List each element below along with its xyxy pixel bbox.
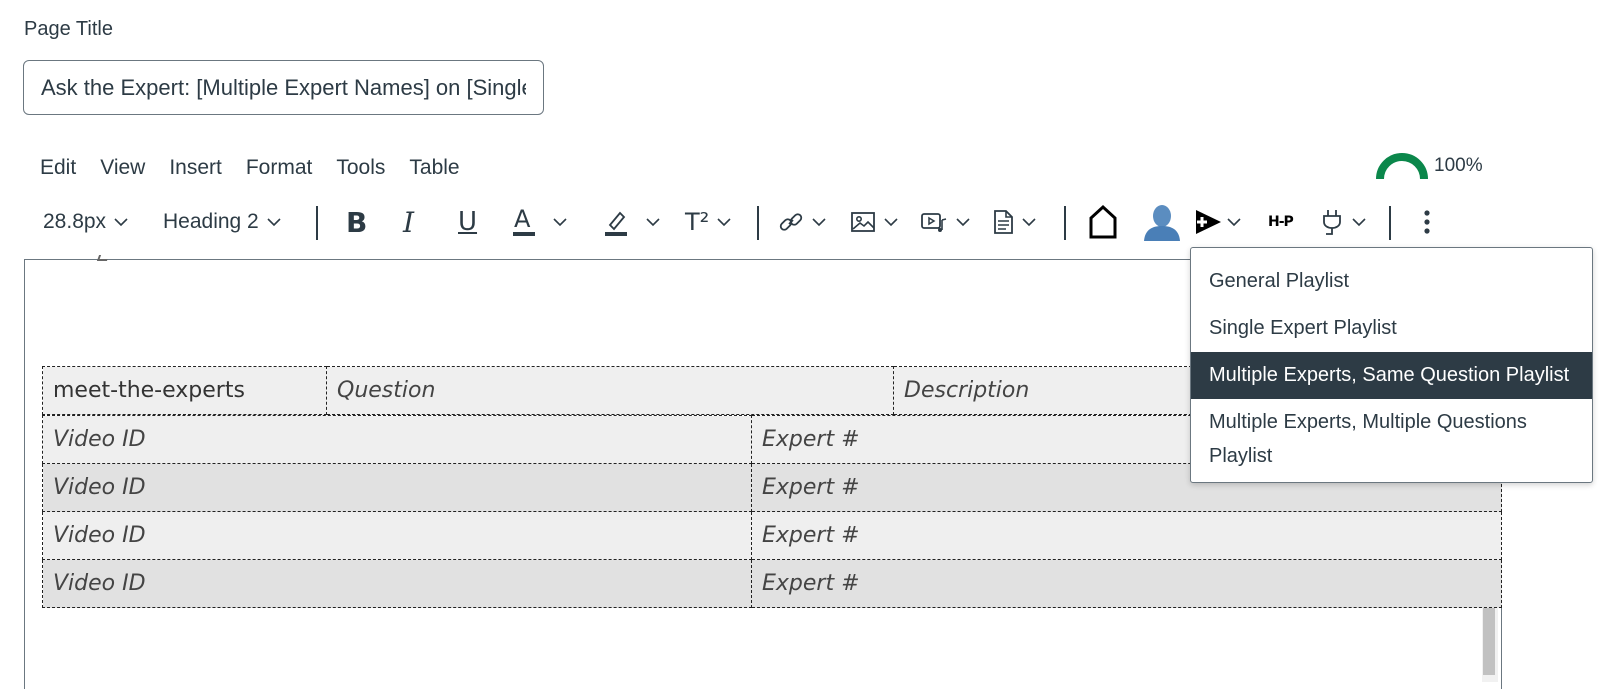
editor-menubar: Edit View Insert Format Tools Table xyxy=(28,152,472,184)
toolbar-separator xyxy=(1389,206,1391,240)
home-button[interactable] xyxy=(1088,196,1118,248)
image-button[interactable] xyxy=(850,196,898,248)
toolbar-separator xyxy=(316,206,318,240)
font-size-select[interactable]: 28.8px xyxy=(43,196,128,248)
chevron-down-icon xyxy=(646,218,660,227)
chevron-down-icon xyxy=(1227,218,1241,227)
playlist-menu-button[interactable] xyxy=(1193,196,1241,248)
menu-table[interactable]: Table xyxy=(397,152,471,184)
table-cell[interactable]: Video ID xyxy=(42,415,752,464)
table-cell[interactable]: Question xyxy=(326,366,894,415)
playlist-dropdown-menu: General Playlist Single Expert Playlist … xyxy=(1190,247,1593,483)
h5p-icon: H-P xyxy=(1268,214,1294,230)
underline-button[interactable]: U xyxy=(458,196,477,248)
document-icon xyxy=(994,210,1013,234)
chevron-down-icon xyxy=(1022,218,1036,227)
table-cell[interactable]: Expert # xyxy=(751,559,1502,608)
text-color-button[interactable]: A xyxy=(513,196,567,248)
more-options-button[interactable] xyxy=(1423,196,1431,248)
home-icon xyxy=(1089,204,1117,239)
italic-button[interactable]: I xyxy=(403,196,414,248)
menu-item-single-expert-playlist[interactable]: Single Expert Playlist xyxy=(1191,305,1592,352)
text-color-bar xyxy=(513,232,535,236)
accessibility-meter-icon[interactable] xyxy=(1376,152,1428,180)
table-cell[interactable]: meet-the-experts xyxy=(42,366,327,415)
plug-icon xyxy=(1323,210,1341,235)
page-title-label: Page Title xyxy=(24,18,113,40)
editor-toolbar: 28.8px Heading 2 B I U A T² H-P xyxy=(30,196,1450,248)
menu-view[interactable]: View xyxy=(88,152,157,184)
underline-icon: U xyxy=(458,207,478,237)
chevron-down-icon xyxy=(812,218,826,227)
menu-edit[interactable]: Edit xyxy=(28,152,88,184)
accessibility-score[interactable]: 100% xyxy=(1434,155,1483,177)
toolbar-separator xyxy=(1064,206,1066,240)
media-icon xyxy=(921,213,947,232)
toolbar-separator xyxy=(757,206,759,240)
table-cell[interactable]: Video ID xyxy=(42,511,752,560)
playlist-icon xyxy=(1196,210,1221,234)
menu-format[interactable]: Format xyxy=(234,152,325,184)
bold-icon: B xyxy=(346,205,368,239)
superscript-icon: T² xyxy=(685,208,710,236)
chevron-down-icon xyxy=(884,218,898,227)
chevron-down-icon xyxy=(267,218,281,227)
avatar-icon xyxy=(1144,205,1180,241)
italic-icon: I xyxy=(403,205,415,239)
user-button[interactable] xyxy=(1142,196,1182,248)
link-icon xyxy=(779,213,803,231)
table-row: Video ID Expert # xyxy=(42,511,1502,560)
highlight-color-button[interactable] xyxy=(604,196,660,248)
text-color-icon: A xyxy=(513,205,535,237)
more-options-icon xyxy=(1424,210,1430,234)
h5p-button[interactable]: H-P xyxy=(1268,196,1294,248)
block-format-select[interactable]: Heading 2 xyxy=(163,196,281,248)
table-row: Video ID Expert # xyxy=(42,559,1502,608)
chevron-down-icon xyxy=(1352,218,1366,227)
plugins-button[interactable] xyxy=(1320,196,1366,248)
menu-insert[interactable]: Insert xyxy=(157,152,234,184)
text-color-letter: A xyxy=(514,205,531,233)
page-title-input[interactable] xyxy=(23,60,544,115)
highlight-icon xyxy=(605,211,627,236)
font-size-value: 28.8px xyxy=(43,210,107,233)
menu-item-multiple-experts-multiple-questions[interactable]: Multiple Experts, Multiple Questions Pla… xyxy=(1191,399,1592,473)
chevron-down-icon xyxy=(553,218,567,227)
chevron-down-icon xyxy=(956,218,970,227)
image-icon xyxy=(851,212,875,232)
media-button[interactable] xyxy=(920,196,970,248)
menu-item-multiple-experts-same-question[interactable]: Multiple Experts, Same Question Playlist xyxy=(1191,352,1592,399)
table-cell[interactable]: Video ID xyxy=(42,559,752,608)
bold-button[interactable]: B xyxy=(346,196,367,248)
chevron-down-icon xyxy=(114,218,128,227)
menu-item-general-playlist[interactable]: General Playlist xyxy=(1191,258,1592,305)
table-cell[interactable]: Expert # xyxy=(751,511,1502,560)
chevron-down-icon xyxy=(717,218,731,227)
table-cell[interactable]: Video ID xyxy=(42,463,752,512)
superscript-button[interactable]: T² xyxy=(685,196,731,248)
document-button[interactable] xyxy=(992,196,1036,248)
link-button[interactable] xyxy=(778,196,826,248)
menu-tools[interactable]: Tools xyxy=(324,152,397,184)
block-format-value: Heading 2 xyxy=(163,210,259,233)
